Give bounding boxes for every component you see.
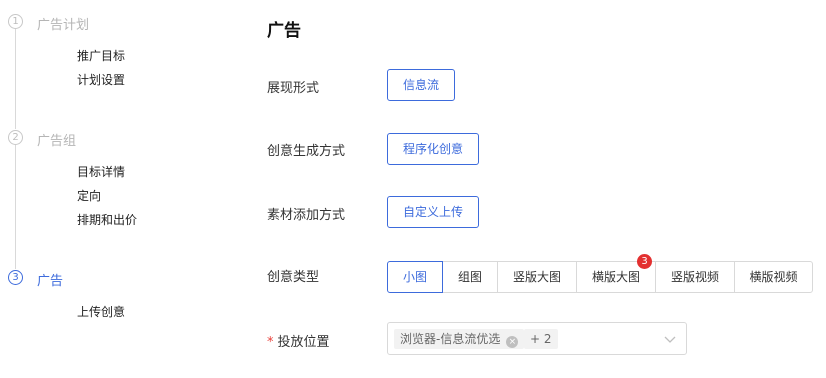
creative-generation-option[interactable]: 程序化创意 [387, 133, 480, 165]
placement-tag: 浏览器-信息流优选 × [394, 329, 525, 349]
step-2-number: 2 [8, 130, 23, 145]
step-connector [15, 29, 16, 129]
creative-type-horizontal-large-image-label: 横版大图 [591, 270, 640, 284]
placement-tag-text: 浏览器-信息流优选 [400, 332, 501, 346]
placement-label-text: 投放位置 [277, 335, 330, 350]
creative-type-group-image[interactable]: 组图 [442, 261, 498, 293]
creative-type-label: 创意类型 [267, 270, 320, 285]
material-add-option[interactable]: 自定义上传 [387, 196, 480, 228]
display-format-option[interactable]: 信息流 [387, 69, 456, 101]
step-3-number: 3 [8, 270, 23, 285]
display-format-label: 展现形式 [267, 81, 320, 96]
creative-type-vertical-video[interactable]: 竖版视频 [655, 261, 735, 293]
step-connector [15, 145, 16, 269]
creative-type-horizontal-large-image[interactable]: 横版大图 3 [576, 254, 656, 293]
nav-item-upload-creative[interactable]: 上传创意 [77, 303, 125, 320]
creative-generation-label: 创意生成方式 [267, 144, 346, 159]
nav-item-schedule-bid[interactable]: 排期和出价 [77, 211, 137, 228]
nav-item-promotion-goal[interactable]: 推广目标 [77, 47, 125, 64]
placement-label: * 投放位置 [267, 331, 330, 350]
creative-type-horizontal-video[interactable]: 横版视频 [734, 261, 813, 293]
creative-type-small-image[interactable]: 小图 [387, 261, 443, 293]
placement-more-tag: + 2 [524, 329, 558, 349]
close-circle-icon[interactable]: × [506, 336, 519, 348]
step-1-number: 1 [8, 14, 23, 29]
material-add-label: 素材添加方式 [267, 208, 346, 223]
nav-item-targeting[interactable]: 定向 [77, 187, 101, 204]
steps-nav: 1 广告计划 推广目标 计划设置 2 广告组 目标详情 定向 排期和出价 3 广… [0, 0, 230, 378]
creative-type-vertical-large-image[interactable]: 竖版大图 [497, 261, 577, 293]
nav-item-plan-settings[interactable]: 计划设置 [77, 71, 125, 88]
creative-type-selector: 小图 组图 竖版大图 横版大图 3 竖版视频 横版视频 [387, 254, 813, 293]
step-3-title[interactable]: 广告 [37, 270, 63, 289]
page-title: 广告 [267, 21, 301, 41]
step-1-title[interactable]: 广告计划 [37, 14, 89, 33]
step-2-title[interactable]: 广告组 [37, 130, 76, 149]
nav-item-target-details[interactable]: 目标详情 [77, 163, 125, 180]
placement-select[interactable]: 浏览器-信息流优选 × + 2 [387, 322, 687, 355]
required-mark: * [267, 335, 274, 350]
chevron-down-icon [664, 336, 676, 343]
count-badge: 3 [637, 254, 652, 269]
